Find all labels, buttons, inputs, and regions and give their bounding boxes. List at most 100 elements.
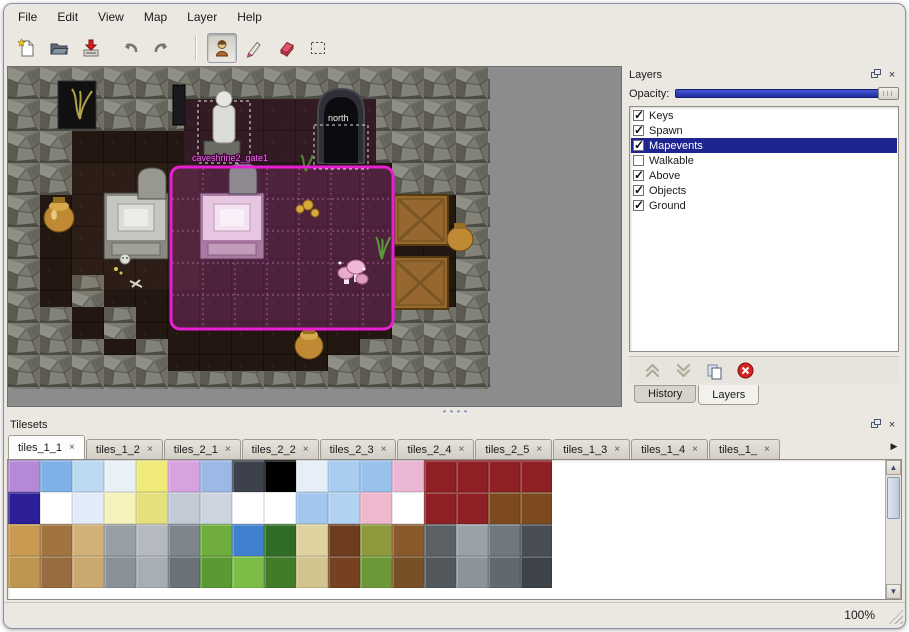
layer-row-ground[interactable]: Ground	[631, 198, 897, 213]
close-tab-icon[interactable]: ×	[225, 444, 231, 455]
tileset-tab[interactable]: tiles_2_3×	[320, 439, 397, 459]
close-tab-icon[interactable]: ×	[147, 444, 153, 455]
raise-layer-icon[interactable]	[643, 361, 662, 380]
tileset-tab[interactable]: tiles_1_3×	[553, 439, 630, 459]
float-dock-icon[interactable]	[868, 418, 882, 431]
palette-tile[interactable]	[104, 460, 136, 492]
palette-tile[interactable]	[8, 460, 40, 492]
palette-tile[interactable]	[200, 556, 232, 588]
palette-scrollbar[interactable]: ▲ ▼	[885, 460, 901, 599]
tileset-tab[interactable]: tiles_1_×	[709, 439, 780, 459]
select-tool-button[interactable]	[303, 33, 333, 63]
palette-tile[interactable]	[520, 492, 552, 524]
menu-layer[interactable]: Layer	[187, 10, 217, 24]
palette-tile[interactable]	[8, 556, 40, 588]
palette-tile[interactable]	[488, 460, 520, 492]
palette-tile[interactable]	[360, 556, 392, 588]
layer-checkbox[interactable]	[633, 125, 644, 136]
palette-tile[interactable]	[200, 492, 232, 524]
palette-tile[interactable]	[104, 524, 136, 556]
opacity-slider[interactable]	[675, 86, 899, 101]
palette-tile[interactable]	[200, 524, 232, 556]
menu-map[interactable]: Map	[144, 10, 167, 24]
scroll-up-icon[interactable]: ▲	[886, 460, 901, 475]
close-tab-icon[interactable]: ×	[381, 444, 387, 455]
menu-help[interactable]: Help	[237, 10, 262, 24]
tileset-tab[interactable]: tiles_2_1×	[164, 439, 241, 459]
palette-tile[interactable]	[392, 556, 424, 588]
palette-tile[interactable]	[520, 556, 552, 588]
palette-tile[interactable]	[296, 524, 328, 556]
palette-tile[interactable]	[328, 492, 360, 524]
palette-tile[interactable]	[456, 556, 488, 588]
palette-tile[interactable]	[168, 556, 200, 588]
palette-tile[interactable]	[200, 460, 232, 492]
palette-tile[interactable]	[72, 524, 104, 556]
layer-checkbox[interactable]	[633, 185, 644, 196]
tileset-tab[interactable]: tiles_1_1×	[8, 435, 85, 459]
palette-tile[interactable]	[264, 492, 296, 524]
palette-tile[interactable]	[168, 460, 200, 492]
stamp-tool-button[interactable]	[207, 33, 237, 63]
palette-tile[interactable]	[168, 492, 200, 524]
scrollbar-thumb[interactable]	[887, 477, 900, 519]
palette-tile[interactable]	[392, 524, 424, 556]
tileset-tab[interactable]: tiles_2_5×	[475, 439, 552, 459]
lower-layer-icon[interactable]	[674, 361, 693, 380]
tileset-tab[interactable]: tiles_2_4×	[397, 439, 474, 459]
eraser-tool-button[interactable]	[271, 33, 301, 63]
open-button[interactable]	[44, 33, 74, 63]
palette-tile[interactable]	[328, 524, 360, 556]
tab-layers[interactable]: Layers	[698, 385, 759, 405]
menu-edit[interactable]: Edit	[57, 10, 78, 24]
palette-tile[interactable]	[40, 556, 72, 588]
palette-tile[interactable]	[264, 460, 296, 492]
close-tab-icon[interactable]: ×	[303, 444, 309, 455]
palette-tile[interactable]	[264, 524, 296, 556]
palette-tile[interactable]	[72, 492, 104, 524]
palette-tile[interactable]	[360, 492, 392, 524]
map-view[interactable]: caveshrine2_gate1 north	[8, 67, 490, 389]
tab-scroll-right-icon[interactable]: ▶	[887, 439, 901, 454]
layer-row-above[interactable]: Above	[631, 168, 897, 183]
close-tab-icon[interactable]: ×	[459, 444, 465, 455]
palette-tile[interactable]	[424, 556, 456, 588]
brush-tool-button[interactable]	[239, 33, 269, 63]
layer-row-objects[interactable]: Objects	[631, 183, 897, 198]
palette-tile[interactable]	[296, 492, 328, 524]
palette-tile[interactable]	[328, 460, 360, 492]
duplicate-layer-icon[interactable]	[705, 361, 724, 380]
palette-tile[interactable]	[40, 524, 72, 556]
palette-tile[interactable]	[136, 524, 168, 556]
palette-tile[interactable]	[520, 460, 552, 492]
palette-tile[interactable]	[488, 556, 520, 588]
menu-view[interactable]: View	[98, 10, 124, 24]
float-dock-icon[interactable]	[868, 68, 882, 81]
palette-tile[interactable]	[232, 524, 264, 556]
scrollbar-track[interactable]	[886, 475, 901, 584]
palette-tile[interactable]	[520, 524, 552, 556]
palette-tile[interactable]	[168, 524, 200, 556]
palette-tile[interactable]	[392, 460, 424, 492]
palette-tile[interactable]	[72, 556, 104, 588]
palette-tile[interactable]	[360, 524, 392, 556]
tileset-tab[interactable]: tiles_1_4×	[631, 439, 708, 459]
palette-tile[interactable]	[392, 492, 424, 524]
palette-tile[interactable]	[232, 460, 264, 492]
palette-tile[interactable]	[136, 460, 168, 492]
palette-tile[interactable]	[104, 492, 136, 524]
new-button[interactable]	[12, 33, 42, 63]
palette-tile[interactable]	[296, 556, 328, 588]
close-tab-icon[interactable]: ×	[764, 444, 770, 455]
palette-tile[interactable]	[488, 492, 520, 524]
tile-grid[interactable]	[8, 460, 885, 599]
palette-tile[interactable]	[232, 556, 264, 588]
palette-tile[interactable]	[136, 492, 168, 524]
palette-tile[interactable]	[456, 460, 488, 492]
close-dock-icon[interactable]: ×	[885, 418, 899, 431]
menu-file[interactable]: File	[18, 10, 37, 24]
undo-button[interactable]	[115, 33, 145, 63]
layer-row-walkable[interactable]: Walkable	[631, 153, 897, 168]
opacity-slider-track[interactable]	[675, 89, 897, 98]
layer-checkbox[interactable]	[633, 155, 644, 166]
